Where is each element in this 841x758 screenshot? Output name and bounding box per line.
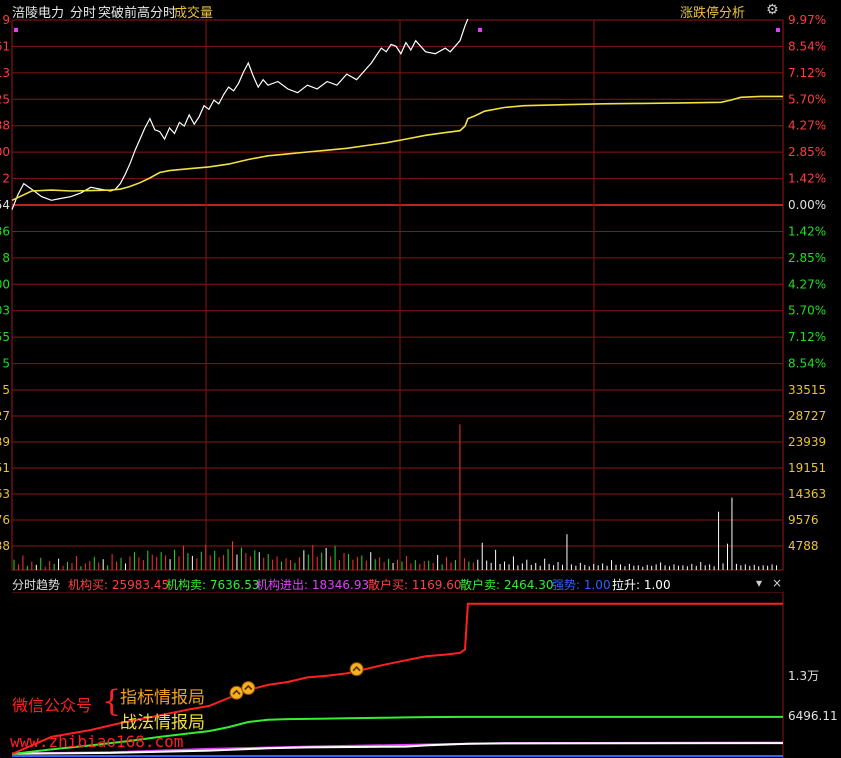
- pct-tick-label: 2.85%: [788, 145, 826, 159]
- price-tick-label: 00: [0, 277, 10, 291]
- volume-tick-label: 33515: [788, 383, 826, 397]
- volume-tick-label: 28727: [788, 409, 826, 423]
- close-icon[interactable]: ×: [772, 576, 782, 590]
- price-tick-label: 5: [2, 357, 10, 371]
- price-axis-labels: 9.97% 8.54% 7.12% 5.70% 4.27% 2.85% 1.42% 0.00%…: [0, 13, 826, 371]
- price-tick-label: 9: [2, 13, 10, 27]
- price-lines: [11, 18, 783, 210]
- pct-tick-label: 7.12%: [788, 66, 826, 80]
- limit-marker: [776, 28, 780, 32]
- pct-tick-label: 2.85%: [788, 251, 826, 265]
- indicator-title[interactable]: 分时趋势: [12, 576, 60, 593]
- pct-tick-label: 7.12%: [788, 330, 826, 344]
- pct-tick-label: 8.54%: [788, 357, 826, 371]
- chart-root: 涪陵电力 分时 突破前高分时 成交量 涨跌停分析 ⚙ 9.97% 8.54% 7.1…: [0, 0, 841, 758]
- price-tick-label: 36: [0, 224, 10, 238]
- price-tick-label: 00: [0, 145, 10, 159]
- watermark-wechat: 微信公众号: [12, 696, 93, 715]
- price-tick-label: 03: [0, 304, 10, 318]
- price-tick-label: 54: [0, 198, 10, 212]
- watermark-line2: 战法情报局: [120, 713, 205, 733]
- volume-bars: [13, 424, 778, 570]
- indicator-label-upper: 1.3万: [788, 669, 819, 683]
- legend-strong: 强势: 1.00: [552, 578, 611, 592]
- pct-tick-label: 5.70%: [788, 304, 826, 318]
- indicator-header: 分时趋势 机构买: 25983.45 机构卖: 7636.53 机构进出: 18…: [0, 574, 841, 592]
- indicator-label-lower: 6496.11: [788, 709, 838, 723]
- volume-left-label: 76: [0, 513, 10, 527]
- limit-marker: [14, 28, 18, 32]
- legend-retail-buy: 散户买: 1169.60: [368, 578, 462, 592]
- price-tick-label: 13: [0, 66, 10, 80]
- volume-tick-label: 19151: [788, 461, 826, 475]
- pct-tick-label: 5.70%: [788, 92, 826, 106]
- legend-inst-buy: 机构买: 25983.45: [68, 578, 170, 592]
- pct-tick-label: 1.42%: [788, 224, 826, 238]
- price-tick-label: 61: [0, 39, 10, 53]
- pullup-marker-icon: [229, 685, 244, 700]
- legend-retail-sell: 散户卖: 2464.30: [460, 578, 554, 592]
- legend-inst-net: 机构进出: 18346.93: [256, 578, 370, 592]
- pullup-marker-icon: [241, 681, 256, 695]
- pct-tick-label: 0.00%: [788, 198, 826, 212]
- avg-price-line: [11, 95, 783, 202]
- volume-left-label: 5: [2, 383, 10, 397]
- volume-left-label: 38: [0, 539, 10, 553]
- indicator-markers: [229, 662, 364, 700]
- volume-left-label: 39: [0, 435, 10, 449]
- pct-tick-label: 4.27%: [788, 119, 826, 133]
- legend-inst-sell: 机构卖: 7636.53: [166, 578, 260, 592]
- price-tick-label: 25: [0, 92, 10, 106]
- pct-tick-label: 1.42%: [788, 172, 826, 186]
- watermark-url: www.zhibiao168.com: [10, 732, 184, 751]
- price-tick-label: 38: [0, 119, 10, 133]
- volume-left-label: 51: [0, 461, 10, 475]
- limit-marker: [478, 28, 482, 32]
- volume-tick-label: 23939: [788, 435, 826, 449]
- legend-pullup: 拉升: 1.00: [612, 578, 671, 592]
- volume-left-label: 27: [0, 409, 10, 423]
- volume-tick-label: 4788: [788, 539, 819, 553]
- watermark-brace: {: [102, 684, 122, 719]
- pullup-marker-icon: [349, 662, 364, 677]
- price-volume-chart[interactable]: 9.97% 8.54% 7.12% 5.70% 4.27% 2.85% 1.42% 0.00%…: [0, 0, 841, 574]
- price-tick-label: 8: [2, 251, 10, 265]
- volume-tick-label: 14363: [788, 487, 826, 501]
- pct-tick-label: 4.27%: [788, 277, 826, 291]
- watermark-line1: 指标情报局: [120, 688, 205, 708]
- volume-left-label: 63: [0, 487, 10, 501]
- pct-tick-label: 9.97%: [788, 13, 826, 27]
- price-tick-label: 55: [0, 330, 10, 344]
- volume-tick-label: 9576: [788, 513, 819, 527]
- pct-tick-label: 8.54%: [788, 39, 826, 53]
- dropdown-icon[interactable]: ▾: [756, 576, 762, 590]
- price-tick-label: 2: [2, 172, 10, 186]
